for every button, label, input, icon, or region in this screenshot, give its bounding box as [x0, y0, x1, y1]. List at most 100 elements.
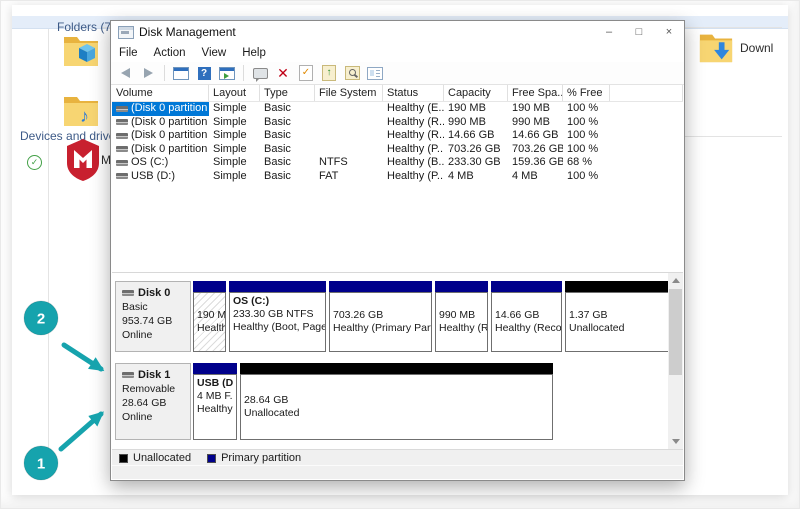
delete-icon[interactable]: ✕ [273, 64, 293, 82]
cell-status: Healthy (B... [383, 156, 444, 170]
partition-body: 190 MBHealthy [193, 292, 226, 352]
legend-unallocated-label: Unallocated [133, 452, 191, 464]
tooltip-icon[interactable] [250, 64, 270, 82]
column-header-volume[interactable]: Volume [112, 85, 209, 101]
menu-help[interactable]: Help [234, 47, 274, 59]
music-folder-icon[interactable]: ♪ [62, 92, 100, 128]
cell-layout: Simple [209, 116, 260, 130]
window-title: Disk Management [139, 25, 236, 39]
volume-row-2[interactable]: (Disk 0 partition 5)SimpleBasicHealthy (… [112, 129, 683, 143]
partition-text-line: Healthy (Recover [495, 322, 558, 335]
partition-text-line: Healthy (Primary Partition [333, 322, 428, 335]
cell-type: Basic [260, 143, 315, 157]
action-pane-icon[interactable] [217, 64, 237, 82]
find-icon[interactable] [342, 64, 362, 82]
toolbar: ? ✕ ✓ ↑ [111, 62, 684, 85]
forward-icon[interactable] [138, 64, 158, 82]
cell-fs: NTFS [315, 156, 383, 170]
menu-action[interactable]: Action [146, 47, 194, 59]
volume-rows: (Disk 0 partition 1)SimpleBasicHealthy (… [112, 102, 683, 183]
cell-layout: Simple [209, 102, 260, 116]
partition-text-line: 28.64 GB [244, 394, 549, 407]
explorer-pane-divider [48, 29, 49, 477]
partition-body: OS (C:)233.30 GB NTFSHealthy (Boot, Page… [229, 292, 326, 352]
cell-type: Basic [260, 129, 315, 143]
disk-label-0[interactable]: Disk 0Basic953.74 GBOnline [115, 281, 191, 352]
partition-1-0[interactable]: USB (D4 MB F.Healthy [193, 363, 237, 440]
cell-fs [315, 116, 383, 130]
disk-info-line: Basic [122, 300, 190, 314]
partition-0-5[interactable]: 1.37 GBUnallocated [565, 281, 677, 352]
minimize-button[interactable]: – [594, 21, 624, 43]
downloads-folder-icon[interactable] [698, 29, 734, 65]
partition-strip: 190 MBHealthyOS (C:)233.30 GB NTFSHealth… [193, 281, 680, 352]
3d-objects-folder-icon[interactable] [62, 32, 100, 68]
partition-body: 14.66 GBHealthy (Recover [491, 292, 562, 352]
column-header-status[interactable]: Status [383, 85, 444, 101]
volume-row-4[interactable]: OS (C:)SimpleBasicNTFSHealthy (B...233.3… [112, 156, 683, 170]
cell-free: 703.26 GB [508, 143, 563, 157]
console-window-icon[interactable] [171, 64, 191, 82]
properties-icon[interactable] [365, 64, 385, 82]
cell-vol: (Disk 0 partition 5) [112, 129, 209, 143]
export-icon[interactable]: ↑ [319, 64, 339, 82]
music-note-glyph: ♪ [80, 106, 89, 126]
scroll-down-icon[interactable] [668, 434, 683, 449]
partition-0-0[interactable]: 190 MBHealthy [193, 281, 226, 352]
disk-info-line: 953.74 GB [122, 314, 190, 328]
volume-icon [116, 146, 128, 152]
disk-name: Disk 1 [138, 368, 170, 382]
column-header-file-system[interactable]: File System [315, 85, 383, 101]
graphical-view-pane: Disk 0Basic953.74 GBOnline190 MBHealthyO… [112, 273, 683, 449]
partition-1-1[interactable]: 28.64 GBUnallocated [240, 363, 553, 440]
cell-type: Basic [260, 116, 315, 130]
column-header-capacity[interactable]: Capacity [444, 85, 508, 101]
disk-info-line: Removable [122, 382, 190, 396]
maximize-button[interactable]: □ [624, 21, 654, 43]
column-header-free-space[interactable]: Free Spa... [508, 85, 563, 101]
mcafee-shield-icon[interactable] [65, 138, 101, 182]
volume-row-0[interactable]: (Disk 0 partition 1)SimpleBasicHealthy (… [112, 102, 683, 116]
check-document-icon[interactable]: ✓ [296, 64, 316, 82]
partition-0-1[interactable]: OS (C:)233.30 GB NTFSHealthy (Boot, Page… [229, 281, 326, 352]
partition-text-line: Unallocated [569, 322, 673, 335]
title-bar[interactable]: Disk Management – □ × [111, 21, 684, 43]
help-icon[interactable]: ? [194, 64, 214, 82]
cell-layout: Simple [209, 170, 260, 184]
partition-stripe [193, 363, 237, 374]
legend-primary-partition-label: Primary partition [221, 452, 301, 464]
partition-text-line: Healthy (Re [439, 322, 484, 335]
downloads-label[interactable]: Downl [740, 41, 773, 55]
partition-text-line: 233.30 GB NTFS [233, 308, 322, 321]
back-icon[interactable] [115, 64, 135, 82]
volume-list-pane: Volume Layout Type File System Status Ca… [112, 85, 683, 271]
volume-row-5[interactable]: USB (D:)SimpleBasicFATHealthy (P...4 MB4… [112, 170, 683, 184]
vertical-scrollbar[interactable] [668, 273, 683, 449]
close-button[interactable]: × [654, 21, 684, 43]
partition-text-line: 703.26 GB [333, 309, 428, 322]
column-header-layout[interactable]: Layout [209, 85, 260, 101]
partition-body: 703.26 GBHealthy (Primary Partition [329, 292, 432, 352]
volume-row-3[interactable]: (Disk 0 partition 6)SimpleBasicHealthy (… [112, 143, 683, 157]
partition-text-line: 190 MB [197, 309, 222, 322]
partition-0-3[interactable]: 990 MBHealthy (Re [435, 281, 488, 352]
unallocated-swatch [119, 454, 128, 463]
column-header-pct-free[interactable]: % Free [563, 85, 610, 101]
volume-row-1[interactable]: (Disk 0 partition 4)SimpleBasicHealthy (… [112, 116, 683, 130]
cell-fs [315, 129, 383, 143]
toolbar-separator [243, 65, 244, 81]
partition-0-4[interactable]: 14.66 GBHealthy (Recover [491, 281, 562, 352]
cell-cap: 233.30 GB [444, 156, 508, 170]
menu-file[interactable]: File [111, 47, 146, 59]
cell-status: Healthy (P... [383, 143, 444, 157]
disk-label-1[interactable]: Disk 1Removable28.64 GBOnline [115, 363, 191, 440]
partition-0-2[interactable]: 703.26 GBHealthy (Primary Partition [329, 281, 432, 352]
column-header-type[interactable]: Type [260, 85, 315, 101]
scrollbar-thumb[interactable] [669, 289, 682, 375]
disk-row-1: Disk 1Removable28.64 GBOnlineUSB (D4 MB … [115, 363, 665, 440]
cell-cap: 703.26 GB [444, 143, 508, 157]
menu-view[interactable]: View [194, 47, 235, 59]
disk-icon [122, 372, 134, 378]
cell-fill [610, 116, 683, 130]
scroll-up-icon[interactable] [668, 273, 683, 288]
